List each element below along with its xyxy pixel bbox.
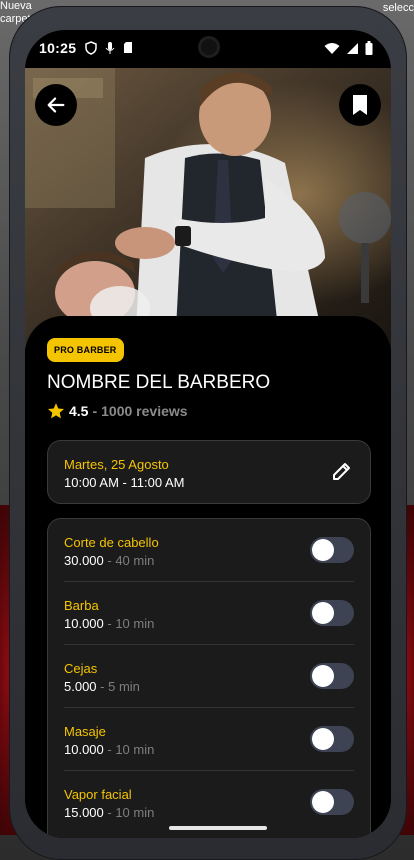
service-meta: 30.000 - 40 min <box>64 553 154 568</box>
toggle-knob <box>312 665 334 687</box>
status-notifications <box>85 41 133 55</box>
service-price: 15.000 <box>64 805 104 820</box>
toggle-knob <box>312 602 334 624</box>
services-list: Corte de cabello 30.000 - 40 min Barba 1… <box>47 518 371 838</box>
toggle-knob <box>312 728 334 750</box>
service-row-vapor[interactable]: Vapor facial 15.000 - 10 min <box>64 771 354 833</box>
service-toggle[interactable] <box>310 600 354 626</box>
pencil-icon[interactable] <box>330 459 354 483</box>
service-price: 10.000 <box>64 616 104 631</box>
service-toggle[interactable] <box>310 537 354 563</box>
rating-value: 4.5 <box>69 403 89 419</box>
home-indicator[interactable] <box>169 826 267 830</box>
arrow-left-icon <box>47 97 65 113</box>
service-meta: 10.000 - 10 min <box>64 742 154 757</box>
sd-card-icon <box>124 42 132 53</box>
pro-barber-badge: PRO BARBER <box>47 338 124 362</box>
phone-screen: 10:25 PRO BARBER NOMBRE DEL BARBERO 4.5 … <box>25 30 391 838</box>
service-name: Corte de cabello <box>64 535 159 550</box>
service-duration: - 5 min <box>96 679 140 694</box>
front-camera <box>201 39 217 55</box>
appointment-date: Martes, 25 Agosto <box>64 457 169 472</box>
service-name: Vapor facial <box>64 787 132 802</box>
signal-icon <box>347 42 358 54</box>
service-row-corte[interactable]: Corte de cabello 30.000 - 40 min <box>64 519 354 582</box>
service-price: 5.000 <box>64 679 97 694</box>
service-row-masaje[interactable]: Masaje 10.000 - 10 min <box>64 708 354 771</box>
appointment-time: 10:00 AM - 11:00 AM <box>64 475 185 490</box>
service-duration: - 10 min <box>103 742 155 757</box>
mic-icon <box>105 42 115 54</box>
barber-name: NOMBRE DEL BARBERO <box>47 372 271 393</box>
service-duration: - 40 min <box>103 553 155 568</box>
appointment-card[interactable]: Martes, 25 Agosto 10:00 AM - 11:00 AM <box>47 440 371 504</box>
toggle-knob <box>312 539 334 561</box>
phone-frame: 10:25 PRO BARBER NOMBRE DEL BARBERO 4.5 … <box>9 6 407 860</box>
bookmark-button[interactable] <box>339 84 381 126</box>
toggle-knob <box>312 791 334 813</box>
service-toggle[interactable] <box>310 663 354 689</box>
service-duration: - 10 min <box>103 805 155 820</box>
service-row-cejas[interactable]: Cejas 5.000 - 5 min <box>64 645 354 708</box>
battery-icon <box>365 41 373 55</box>
service-meta: 5.000 - 5 min <box>64 679 140 694</box>
bookmark-icon <box>353 95 367 115</box>
shield-icon <box>85 41 97 55</box>
rating-separator: - <box>92 403 98 419</box>
service-toggle[interactable] <box>310 726 354 752</box>
rating-row: 4.5 - 1000 reviews <box>47 402 188 420</box>
service-toggle[interactable] <box>310 789 354 815</box>
service-price: 10.000 <box>64 742 104 757</box>
service-row-barba[interactable]: Barba 10.000 - 10 min <box>64 582 354 645</box>
service-name: Barba <box>64 598 99 613</box>
status-system-icons <box>324 41 373 55</box>
service-meta: 10.000 - 10 min <box>64 616 154 631</box>
back-button[interactable] <box>35 84 77 126</box>
reviews-count[interactable]: 1000 reviews <box>101 403 187 419</box>
service-meta: 15.000 - 10 min <box>64 805 154 820</box>
service-duration: - 10 min <box>103 616 155 631</box>
barber-hero-image <box>25 68 391 348</box>
star-icon <box>47 403 65 419</box>
service-name: Cejas <box>64 661 98 676</box>
service-name: Masaje <box>64 724 106 739</box>
status-time: 10:25 <box>39 40 77 56</box>
wifi-icon <box>324 42 340 54</box>
service-price: 30.000 <box>64 553 104 568</box>
barber-details-sheet: PRO BARBER NOMBRE DEL BARBERO 4.5 - 1000… <box>25 316 391 838</box>
status-bar: 10:25 <box>25 30 391 68</box>
